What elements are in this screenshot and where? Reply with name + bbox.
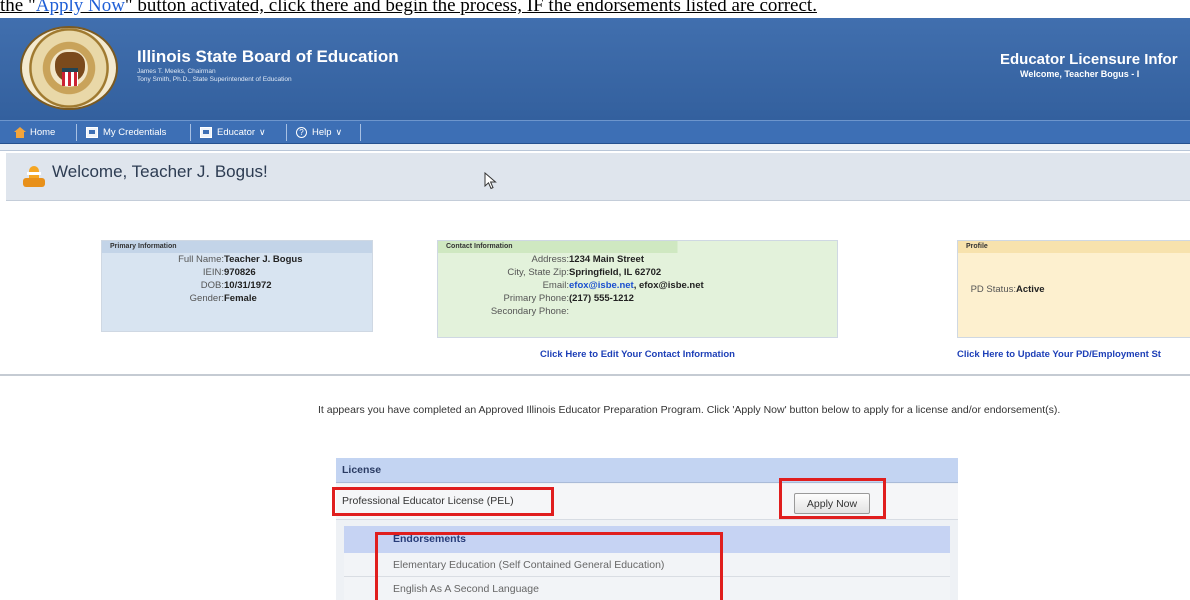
preparation-program-notice: It appears you have completed an Approve… bbox=[318, 404, 1061, 416]
endorsements-header: Endorsements bbox=[344, 526, 950, 553]
primary-phone-value: (217) 555-1212 bbox=[569, 293, 634, 304]
welcome-message: Welcome, Teacher J. Bogus! bbox=[52, 162, 268, 181]
contact-information-title: Contact Information bbox=[438, 241, 837, 253]
chevron-down-icon: ∨ bbox=[335, 126, 343, 137]
primary-information-panel: Primary Information Full Name: Teacher J… bbox=[101, 240, 373, 332]
endorsement-item: Elementary Education (Self Contained Gen… bbox=[344, 553, 950, 577]
section-divider bbox=[0, 374, 1190, 376]
nav-divider bbox=[286, 124, 287, 141]
pd-status-value: Active bbox=[1016, 284, 1045, 295]
email-value-secondary: efox@isbe.net bbox=[638, 280, 704, 291]
address-value: 1234 Main Street bbox=[569, 254, 644, 265]
welcome-bar: Welcome, Teacher J. Bogus! bbox=[6, 153, 1190, 201]
tutorial-caption: the "Apply Now" button activated, click … bbox=[0, 0, 1190, 18]
email-link-primary[interactable]: efox@isbe.net bbox=[569, 280, 634, 291]
license-header: License bbox=[336, 458, 958, 483]
caption-prefix: the " bbox=[0, 0, 36, 16]
site-header: Illinois State Board of Education James … bbox=[0, 18, 1190, 120]
contact-information-panel: Contact Information Address: 1234 Main S… bbox=[437, 240, 838, 338]
apply-now-button[interactable]: Apply Now bbox=[794, 493, 870, 514]
document-icon bbox=[86, 126, 98, 138]
nav-strip bbox=[0, 144, 1190, 151]
org-title: Illinois State Board of Education bbox=[137, 47, 399, 66]
address-label: Address: bbox=[531, 254, 570, 265]
document-icon bbox=[200, 126, 212, 138]
nav-help-label: Help bbox=[312, 126, 332, 138]
nav-my-credentials[interactable]: My Credentials bbox=[86, 121, 166, 143]
main-nav: Home My Credentials Educator ∨ ? Help ∨ bbox=[0, 120, 1190, 144]
email-label: Email: bbox=[542, 280, 569, 291]
system-title: Educator Licensure Infor bbox=[1000, 51, 1178, 68]
chevron-down-icon: ∨ bbox=[259, 126, 266, 137]
secondary-phone-label: Secondary Phone: bbox=[490, 306, 569, 317]
license-name: Professional Educator License (PEL) bbox=[342, 495, 514, 507]
dob-value: 10/31/1972 bbox=[224, 280, 272, 291]
full-name-value: Teacher J. Bogus bbox=[224, 254, 303, 265]
primary-information-title: Primary Information bbox=[102, 241, 372, 253]
full-name-label: Full Name: bbox=[178, 254, 224, 265]
nav-help[interactable]: ? Help ∨ bbox=[296, 121, 342, 143]
state-seal-icon bbox=[20, 26, 118, 110]
update-pd-employment-link[interactable]: Click Here to Update Your PD/Employment … bbox=[957, 349, 1190, 360]
gender-label: Gender: bbox=[189, 293, 224, 304]
traffic-cone-icon bbox=[22, 166, 46, 190]
nav-divider bbox=[190, 124, 191, 141]
nav-divider bbox=[360, 124, 361, 141]
nav-home[interactable]: Home bbox=[14, 121, 55, 143]
org-chairman: James T. Meeks, Chairman bbox=[137, 68, 216, 75]
profile-panel: Profile PD Status: Active bbox=[957, 240, 1190, 338]
license-row: Professional Educator License (PEL) Appl… bbox=[336, 484, 958, 520]
nav-divider bbox=[76, 124, 77, 141]
city-state-zip-label: City, State Zip: bbox=[507, 267, 569, 278]
iein-label: IEIN: bbox=[202, 267, 224, 278]
profile-title: Profile bbox=[958, 241, 1190, 253]
endorsements-section: Endorsements Elementary Education (Self … bbox=[344, 526, 950, 600]
nav-home-label: Home bbox=[30, 126, 56, 138]
license-table: License Professional Educator License (P… bbox=[336, 458, 958, 600]
caption-suffix: " button activated, click there and begi… bbox=[124, 0, 817, 16]
endorsement-item: English As A Second Language bbox=[344, 577, 950, 600]
mouse-cursor-icon bbox=[484, 172, 497, 190]
nav-educator-label: Educator bbox=[217, 126, 256, 138]
city-state-zip-value: Springfield, IL 62702 bbox=[569, 267, 662, 278]
pd-status-label: PD Status: bbox=[970, 284, 1016, 295]
header-welcome: Welcome, Teacher Bogus - I bbox=[1020, 69, 1140, 79]
help-icon: ? bbox=[296, 126, 307, 138]
iein-value: 970826 bbox=[224, 267, 256, 278]
org-superintendent: Tony Smith, Ph.D., State Superintendent … bbox=[137, 76, 292, 83]
nav-educator[interactable]: Educator ∨ bbox=[200, 121, 266, 143]
primary-phone-label: Primary Phone: bbox=[503, 293, 569, 304]
caption-apply-now-link: Apply Now bbox=[35, 0, 125, 16]
dob-label: DOB: bbox=[200, 280, 224, 291]
gender-value: Female bbox=[224, 293, 257, 304]
home-icon bbox=[14, 126, 26, 138]
nav-my-credentials-label: My Credentials bbox=[103, 126, 167, 138]
edit-contact-information-link[interactable]: Click Here to Edit Your Contact Informat… bbox=[540, 349, 735, 360]
